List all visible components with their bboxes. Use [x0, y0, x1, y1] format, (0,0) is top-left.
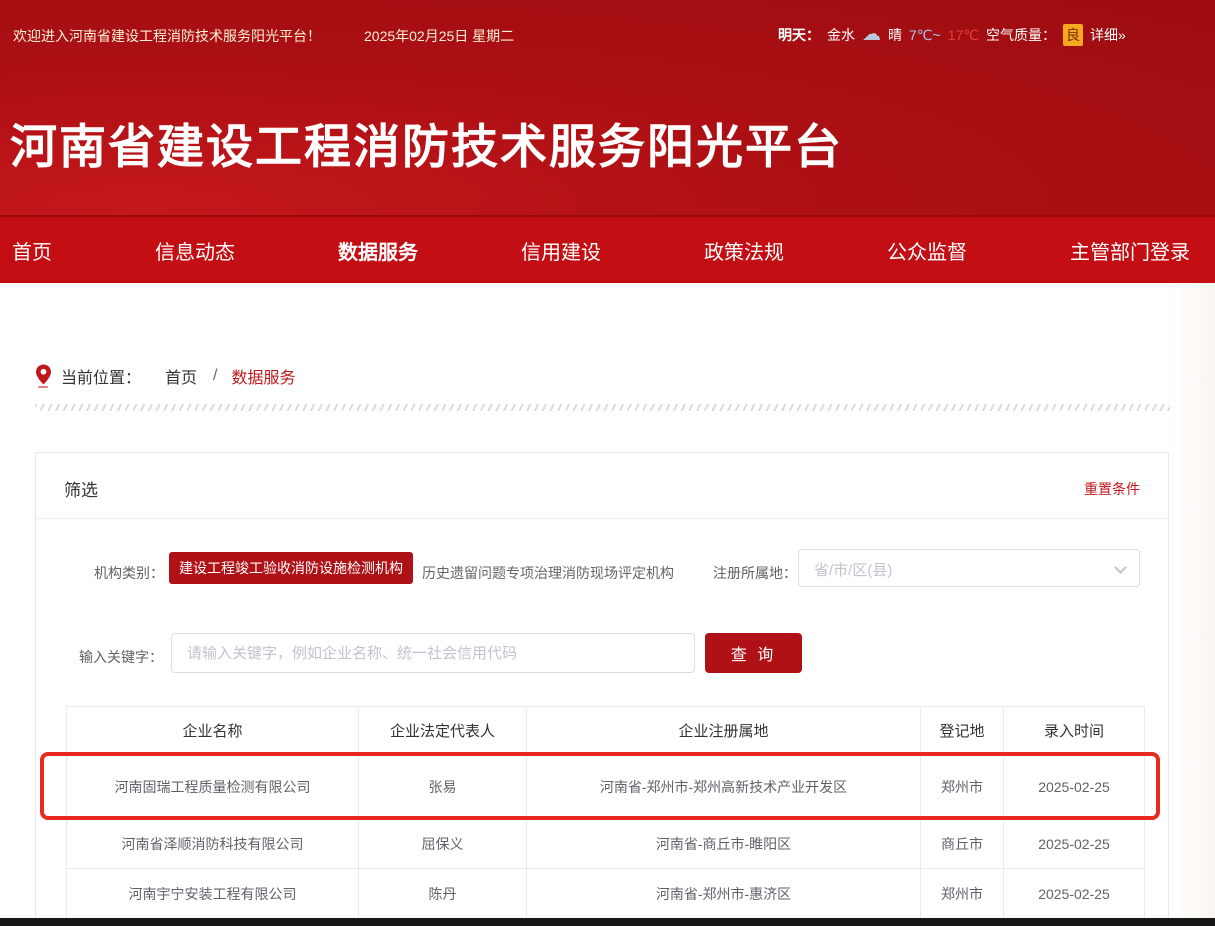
cell-registration-place: 商丘市 — [921, 819, 1004, 869]
page: 欢迎进入河南省建设工程消防技术服务阳光平台！ 2025年02月25日 星期二 明… — [0, 0, 1215, 926]
cell-company: 河南固瑞工程质量检测有限公司 — [67, 755, 359, 819]
breadcrumb-separator: / — [213, 367, 217, 385]
region-select-placeholder: 省/市/区(县) — [814, 559, 892, 580]
table-row[interactable]: 河南固瑞工程质量检测有限公司 张易 河南省-郑州市-郑州高新技术产业开发区 郑州… — [67, 755, 1145, 819]
cell-company: 河南宇宁安装工程有限公司 — [67, 869, 359, 919]
cell-legal-rep: 屈保义 — [359, 819, 527, 869]
weather-bar: 明天： 金水 ☁ 晴 7℃~ 17℃ 空气质量： 良 详细» — [778, 24, 1126, 46]
filter-title: 筛选 — [64, 476, 98, 501]
category-tag-selected[interactable]: 建设工程竣工验收消防设施检测机构 — [169, 552, 413, 584]
results-table: 企业名称 企业法定代表人 企业注册属地 登记地 录入时间 河南固瑞工程质量检测有… — [66, 706, 1145, 919]
filter-body: 机构类别： 建设工程竣工验收消防设施检测机构 历史遗留问题专项治理消防现场评定机… — [36, 519, 1168, 705]
table-header-row: 企业名称 企业法定代表人 企业注册属地 登记地 录入时间 — [67, 707, 1145, 755]
nav-item-policy[interactable]: 政策法规 — [704, 236, 784, 265]
site-title: 河南省建设工程消防技术服务阳光平台 — [10, 108, 843, 177]
temp-high: 17℃ — [948, 27, 979, 44]
region-select[interactable]: 省/市/区(县) — [798, 549, 1140, 587]
keyword-label: 输入关键字： — [79, 647, 163, 667]
stripe-divider — [35, 404, 1170, 411]
breadcrumb: 当前位置： 首页 / 数据服务 — [35, 360, 296, 392]
filter-panel-header: 筛选 重置条件 — [36, 453, 1168, 519]
breadcrumb-home[interactable]: 首页 — [165, 364, 197, 388]
bottom-edge — [0, 918, 1215, 926]
nav-item-supervision[interactable]: 公众监督 — [887, 236, 967, 265]
cell-entry-date: 2025-02-25 — [1004, 819, 1145, 869]
nav-item-home[interactable]: 首页 — [12, 236, 52, 265]
cell-legal-rep: 张易 — [359, 755, 527, 819]
air-quality-badge: 良 — [1063, 24, 1083, 46]
filter-panel: 筛选 重置条件 机构类别： 建设工程竣工验收消防设施检测机构 历史遗留问题专项治… — [35, 452, 1169, 926]
chevron-down-icon — [1114, 561, 1127, 574]
cell-legal-rep: 陈丹 — [359, 869, 527, 919]
cell-entry-date: 2025-02-25 — [1004, 869, 1145, 919]
category-option-legacy[interactable]: 历史遗留问题专项治理消防现场评定机构 — [422, 563, 674, 583]
region-label: 注册所属地： — [713, 563, 797, 583]
col-header-entry-date: 录入时间 — [1004, 707, 1145, 755]
nav-item-credit[interactable]: 信用建设 — [521, 236, 601, 265]
table-row[interactable]: 河南省泽顺消防科技有限公司 屈保义 河南省-商丘市-睢阳区 商丘市 2025-0… — [67, 819, 1145, 869]
weather-condition: 晴 — [888, 25, 902, 45]
date-text: 2025年02月25日 星期二 — [364, 26, 514, 46]
col-header-company: 企业名称 — [67, 707, 359, 755]
welcome-text: 欢迎进入河南省建设工程消防技术服务阳光平台！ — [13, 26, 321, 46]
table-row[interactable]: 河南宇宁安装工程有限公司 陈丹 河南省-郑州市-惠济区 郑州市 2025-02-… — [67, 869, 1145, 919]
col-header-registration-place: 登记地 — [921, 707, 1004, 755]
nav-item-data-service[interactable]: 数据服务 — [338, 236, 418, 265]
reset-filters-button[interactable]: 重置条件 — [1084, 479, 1140, 499]
cell-entry-date: 2025-02-25 — [1004, 755, 1145, 819]
cell-company: 河南省泽顺消防科技有限公司 — [67, 819, 359, 869]
search-button[interactable]: 查 询 — [705, 633, 802, 673]
breadcrumb-label: 当前位置： — [61, 364, 141, 388]
temp-low: 7℃~ — [909, 27, 941, 44]
tomorrow-label: 明天： — [778, 25, 820, 45]
cell-registration-place: 郑州市 — [921, 755, 1004, 819]
cloud-icon: ☁ — [862, 28, 881, 42]
breadcrumb-current: 数据服务 — [231, 364, 295, 388]
weather-city[interactable]: 金水 — [827, 25, 855, 45]
category-label: 机构类别： — [94, 563, 164, 583]
right-edge-strip — [1172, 283, 1215, 918]
location-pin-icon — [35, 364, 51, 388]
col-header-registered-address: 企业注册属地 — [527, 707, 921, 755]
cell-registered-address: 河南省-郑州市-惠济区 — [527, 869, 921, 919]
nav-item-news[interactable]: 信息动态 — [155, 236, 235, 265]
main-nav: 首页 信息动态 数据服务 信用建设 政策法规 公众监督 主管部门登录 — [0, 215, 1215, 283]
cell-registered-address: 河南省-郑州市-郑州高新技术产业开发区 — [527, 755, 921, 819]
col-header-legal-rep: 企业法定代表人 — [359, 707, 527, 755]
nav-item-dept-login[interactable]: 主管部门登录 — [1070, 236, 1190, 265]
weather-detail-link[interactable]: 详细» — [1090, 25, 1126, 45]
hero-banner: 欢迎进入河南省建设工程消防技术服务阳光平台！ 2025年02月25日 星期二 明… — [0, 0, 1215, 215]
cell-registered-address: 河南省-商丘市-睢阳区 — [527, 819, 921, 869]
keyword-input[interactable] — [171, 633, 695, 673]
air-quality-label: 空气质量： — [986, 25, 1056, 45]
cell-registration-place: 郑州市 — [921, 869, 1004, 919]
